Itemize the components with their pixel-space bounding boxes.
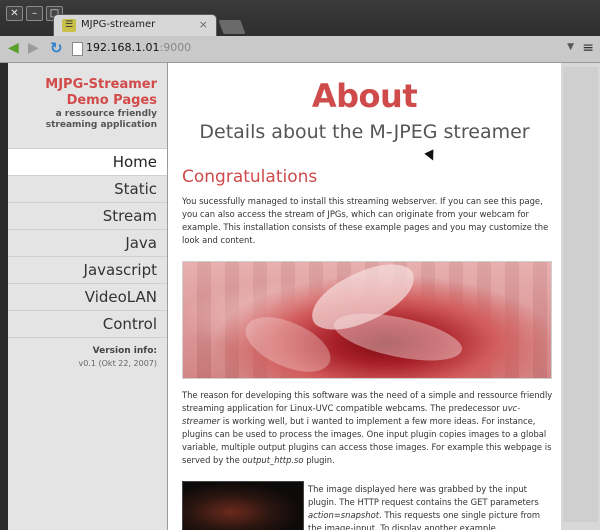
intro-paragraph: You sucessfully managed to install this …: [182, 196, 549, 245]
browser-tab[interactable]: ☰ MJPG-streamer ×: [54, 15, 216, 36]
version-info: Version info: v0.1 (Okt 22, 2007): [79, 346, 157, 368]
favicon-icon: ☰: [62, 19, 76, 32]
reason-em-output: output_http.so: [242, 455, 304, 465]
site-subtitle-line1: a ressource friendly: [55, 109, 157, 119]
page-title: About: [311, 77, 418, 115]
site-subtitle: a ressource friendly streaming applicati…: [46, 109, 157, 131]
page-scrollbar[interactable]: [561, 63, 600, 530]
page-subtitle: Details about the M-JPEG streamer: [199, 121, 530, 143]
close-window-icon[interactable]: ✕: [6, 6, 23, 21]
page-viewport: MJPG-Streamer Demo Pages a ressource fri…: [8, 63, 600, 530]
url-port: :9000: [159, 41, 192, 54]
nav-item-control[interactable]: Control: [8, 311, 167, 338]
tab-title: MJPG-streamer: [81, 19, 156, 30]
nav-item-stream[interactable]: Stream: [8, 203, 167, 230]
dropdown-arrow-icon[interactable]: ▼: [567, 42, 574, 52]
site-title-line2: Demo Pages: [66, 93, 157, 108]
version-text: v0.1 (Okt 22, 2007): [78, 359, 157, 368]
url-host: 192.168.1.01: [86, 41, 160, 54]
address-bar[interactable]: 192.168.1.01:9000: [86, 41, 191, 54]
site-title-line1: MJPG-Streamer: [45, 77, 157, 92]
page-icon: [72, 42, 83, 56]
snapshot-text-a: The image displayed here was grabbed by …: [308, 484, 539, 507]
sidebar: MJPG-Streamer Demo Pages a ressource fri…: [8, 63, 168, 530]
nav-item-java[interactable]: Java: [8, 230, 167, 257]
browser-toolbar: ◀ ▶ ↻ 192.168.1.01:9000 ▼ ≡: [0, 36, 600, 63]
forward-arrow-icon[interactable]: ▶: [28, 40, 39, 56]
version-title: Version info:: [92, 346, 157, 356]
site-title: MJPG-Streamer Demo Pages: [45, 77, 157, 109]
nav-item-static[interactable]: Static: [8, 176, 167, 203]
sidebar-nav: Home Static Stream Java Javascript Video…: [8, 148, 167, 338]
reason-text-b: is working well, but i wanted to impleme…: [182, 416, 552, 465]
section-title: Congratulations: [182, 167, 318, 187]
menu-icon[interactable]: ≡: [582, 40, 594, 56]
main-content: About Details about the M-JPEG streamer …: [168, 63, 561, 530]
reason-paragraph: The reason for developing this software …: [182, 389, 554, 467]
window-titlebar: ✕ – □ ☰ MJPG-streamer ×: [0, 0, 600, 36]
nav-item-home[interactable]: Home: [8, 148, 167, 176]
reason-text-a: The reason for developing this software …: [182, 390, 553, 413]
minimize-window-icon[interactable]: –: [26, 6, 43, 21]
nav-item-videolan[interactable]: VideoLAN: [8, 284, 167, 311]
reason-text-c: plugin.: [303, 455, 335, 465]
snapshot-em-action: action=snapshot: [308, 510, 379, 520]
snapshot-paragraph: The image displayed here was grabbed by …: [308, 483, 554, 530]
tab-close-icon[interactable]: ×: [199, 18, 208, 31]
back-arrow-icon[interactable]: ◀: [8, 40, 19, 56]
flower-image: [182, 261, 552, 379]
snapshot-image: [182, 481, 304, 530]
new-tab-button[interactable]: [218, 20, 246, 34]
scrollbar-thumb[interactable]: [563, 67, 598, 522]
site-subtitle-line2: streaming application: [45, 120, 157, 130]
reload-icon[interactable]: ↻: [50, 40, 63, 56]
nav-item-javascript[interactable]: Javascript: [8, 257, 167, 284]
